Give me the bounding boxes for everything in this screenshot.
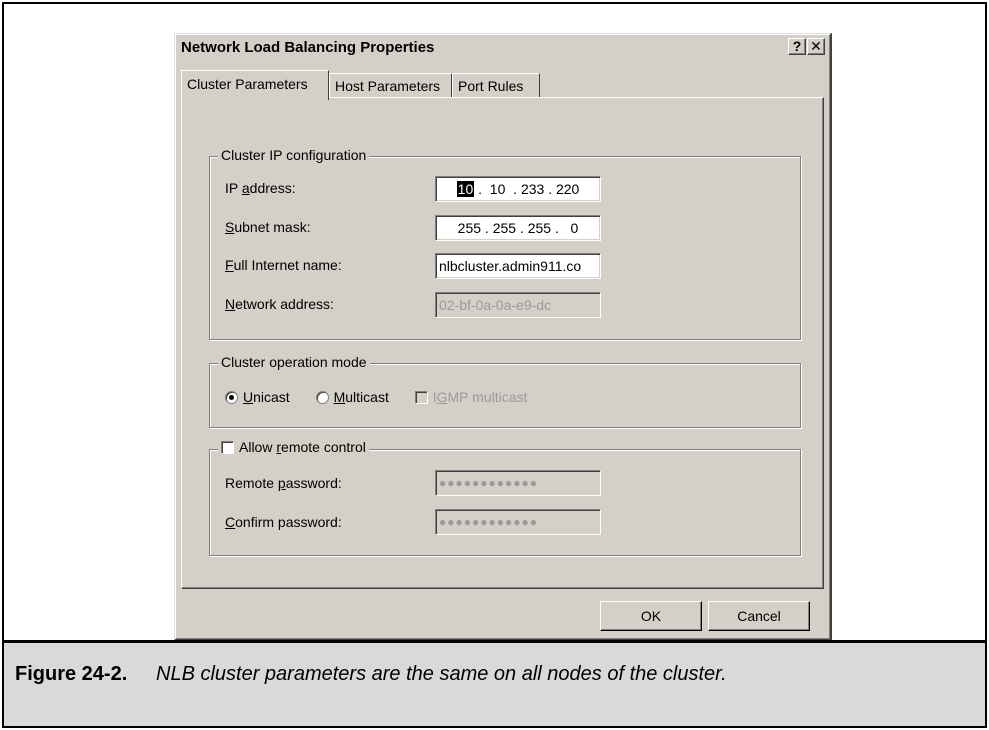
caption-text: NLB cluster parameters are the same on a… xyxy=(156,663,727,685)
full-internet-name-label: Full Internet name: xyxy=(225,257,342,273)
allow-remote-control-checkbox[interactable] xyxy=(221,441,234,454)
igmp-multicast-option: IGMP multicast xyxy=(414,389,527,405)
close-button[interactable]: ✕ xyxy=(807,38,825,55)
subnet-mask-label: Subnet mask: xyxy=(225,219,311,235)
help-button[interactable]: ? xyxy=(788,38,806,55)
network-address-field: 02-bf-0a-0a-e9-dc xyxy=(435,292,601,318)
full-internet-name-field[interactable]: nlbcluster.admin911.co xyxy=(435,253,601,279)
subnet-mask-field[interactable]: 255 . 255 . 255 . 0 xyxy=(435,215,601,241)
remote-password-field: ●●●●●●●●●●●● xyxy=(435,470,601,496)
cluster-ip-group: Cluster IP configuration IP address: 10 … xyxy=(209,147,801,340)
cluster-ip-legend: Cluster IP configuration xyxy=(218,147,370,163)
multicast-radio[interactable] xyxy=(315,391,329,404)
multicast-option[interactable]: Multicast xyxy=(315,389,389,405)
ok-button[interactable]: OK xyxy=(600,601,702,631)
tab-host-parameters[interactable]: Host Parameters xyxy=(329,73,452,98)
dialog-title: Network Load Balancing Properties xyxy=(181,39,435,56)
allow-remote-control-option[interactable]: Allow remote control xyxy=(218,439,369,455)
confirm-password-field: ●●●●●●●●●●●● xyxy=(435,509,601,535)
figure-number: Figure 24-2. xyxy=(15,663,128,685)
operation-mode-group: Cluster operation mode Unicast Multicast… xyxy=(209,354,801,428)
operation-mode-legend: Cluster operation mode xyxy=(218,354,370,370)
tab-cluster-parameters[interactable]: Cluster Parameters xyxy=(181,70,329,100)
operation-mode-options: Unicast Multicast IGMP multicast xyxy=(225,389,549,405)
remote-password-label: Remote password: xyxy=(225,475,342,491)
figure-area: Network Load Balancing Properties ? ✕ Cl… xyxy=(4,4,985,641)
unicast-option[interactable]: Unicast xyxy=(225,389,290,405)
cancel-button[interactable]: Cancel xyxy=(708,601,810,631)
ip-first-octet: 10 xyxy=(456,181,475,197)
confirm-password-label: Confirm password: xyxy=(225,514,342,530)
tab-port-rules[interactable]: Port Rules xyxy=(452,73,540,98)
cluster-parameters-panel: Cluster IP configuration IP address: 10 … xyxy=(181,97,824,589)
nlb-properties-dialog: Network Load Balancing Properties ? ✕ Cl… xyxy=(174,33,832,641)
remote-control-group: Allow remote control Remote password: ●●… xyxy=(209,439,801,556)
network-address-label: Network address: xyxy=(225,296,334,312)
unicast-radio[interactable] xyxy=(225,391,238,404)
title-bar[interactable]: Network Load Balancing Properties ? ✕ xyxy=(177,36,828,60)
ip-remaining-octets: . 10 . 233 . 220 xyxy=(474,181,580,197)
figure-caption: Figure 24-2. NLB cluster parameters are … xyxy=(4,640,985,726)
figure-frame: Network Load Balancing Properties ? ✕ Cl… xyxy=(2,2,987,728)
igmp-multicast-checkbox xyxy=(414,391,428,404)
ip-address-field[interactable]: 10 . 10 . 233 . 220 xyxy=(435,176,601,202)
ip-address-label: IP address: xyxy=(225,180,296,196)
